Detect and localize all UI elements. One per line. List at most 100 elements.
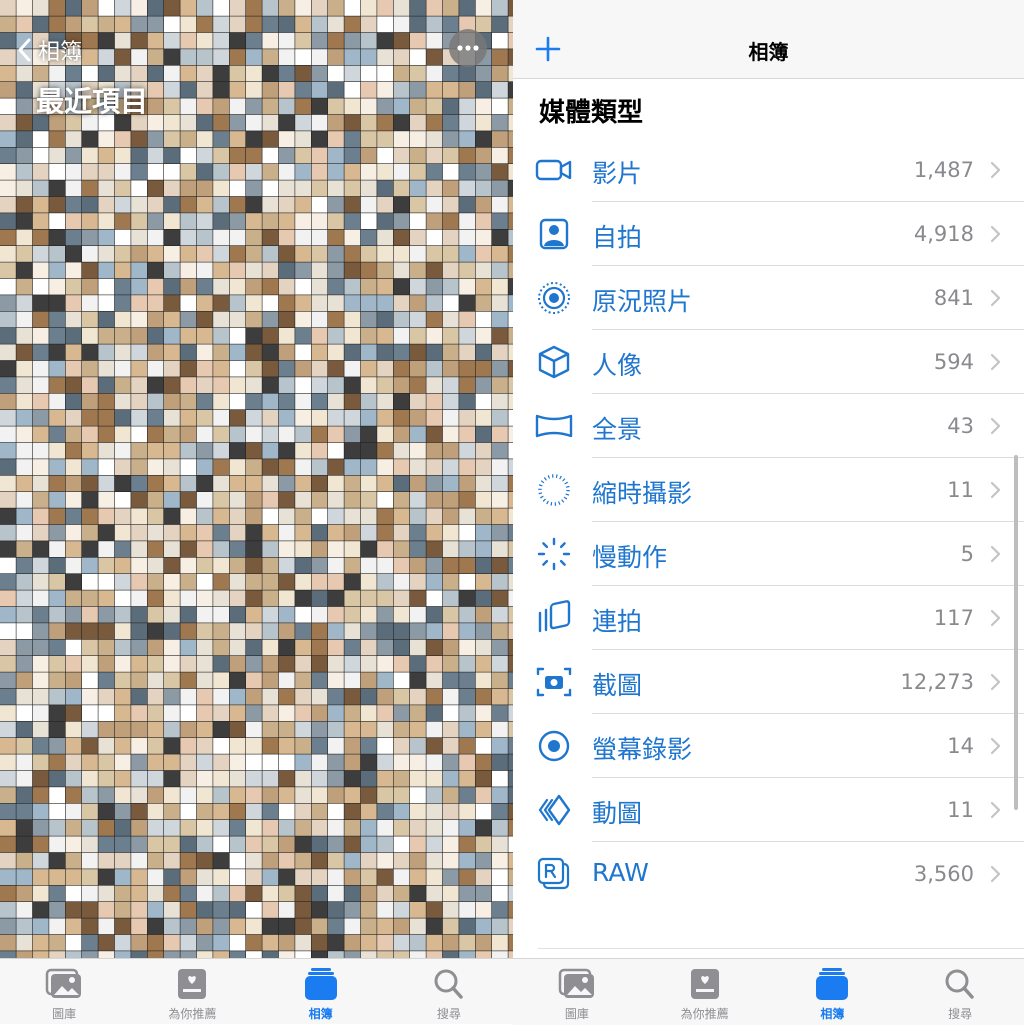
item-label: 人像 (592, 351, 643, 380)
tab-label: 相簿 (308, 1007, 333, 1021)
chevron-right-icon (990, 289, 1001, 307)
item-count: 3,560 (913, 862, 974, 886)
nav-title: 相簿 (748, 40, 789, 64)
back-button[interactable]: 相簿 (12, 34, 82, 66)
item-count: 14 (947, 734, 974, 758)
for-you-icon (690, 969, 719, 999)
video-icon (535, 159, 572, 181)
chevron-right-icon (990, 737, 1001, 755)
ellipsis-icon (457, 45, 479, 51)
item-count: 11 (947, 798, 974, 822)
chevron-right-icon (990, 545, 1001, 563)
chevron-right-icon (990, 865, 1001, 883)
screen-recording-icon (538, 730, 570, 762)
item-label: 原況照片 (592, 287, 693, 316)
list-item-live-photos[interactable]: 原況照片 841 (513, 266, 1024, 330)
item-label: 全景 (592, 415, 643, 444)
nav-bar: 相簿 (513, 0, 1024, 79)
back-label: 相簿 (38, 40, 83, 65)
list-item-animated[interactable]: 動圖 11 (513, 778, 1024, 842)
item-label: 影片 (592, 159, 643, 188)
item-label: 螢幕錄影 (592, 735, 693, 764)
item-label: 動圖 (592, 799, 643, 828)
live-photo-icon (538, 282, 570, 314)
list-item-timelapse[interactable]: 縮時攝影 11 (513, 458, 1024, 522)
screenshot-icon (536, 667, 572, 697)
for-you-icon (178, 969, 207, 999)
animated-icon (538, 794, 571, 826)
chevron-right-icon (990, 481, 1001, 499)
item-label: 截圖 (592, 671, 643, 700)
timelapse-icon (538, 474, 570, 506)
scroll-indicator[interactable] (1014, 455, 1018, 810)
tab-bar-left: 圖庫 為你推薦 相簿 搜尋 (0, 958, 513, 1024)
item-count: 12,273 (900, 670, 974, 694)
list-item-selfies[interactable]: 自拍 4,918 (513, 202, 1024, 266)
item-label: 連拍 (592, 607, 643, 636)
chevron-right-icon (990, 801, 1001, 819)
tab-label: 搜尋 (948, 1007, 973, 1021)
albums-icon (816, 968, 849, 1000)
item-label: 自拍 (592, 223, 643, 252)
item-count: 5 (960, 542, 974, 566)
item-count: 4,918 (913, 222, 974, 246)
item-count: 841 (933, 286, 974, 310)
tab-label: 搜尋 (436, 1007, 461, 1021)
list-item-panoramas[interactable]: 全景 43 (513, 394, 1024, 458)
list-item-videos[interactable]: 影片 1,487 (513, 138, 1024, 202)
tab-search[interactable]: 搜尋 (385, 959, 513, 1024)
slow-motion-icon (537, 537, 571, 571)
chevron-right-icon (990, 609, 1001, 627)
photo-grid[interactable] (0, 0, 513, 958)
tab-library[interactable]: 圖庫 (0, 959, 128, 1024)
tab-for-you[interactable]: 為你推薦 (641, 959, 769, 1025)
list-item-screen-recordings[interactable]: 螢幕錄影 14 (513, 714, 1024, 778)
selfie-icon (539, 218, 569, 250)
albums-screen: 相簿 媒體類型 影片 1,487 自拍 4,918 原況照片 841 人像 59… (513, 0, 1024, 1025)
item-count: 11 (947, 478, 974, 502)
item-label: 慢動作 (592, 543, 668, 572)
tab-label: 為你推薦 (680, 1007, 729, 1021)
item-label: RAW (592, 858, 649, 887)
item-count: 43 (947, 414, 974, 438)
photo-library-icon (45, 968, 82, 998)
list-item-screenshots[interactable]: 截圖 12,273 (513, 650, 1024, 714)
section-title: 媒體類型 (539, 98, 644, 128)
tab-bar-right: 圖庫 為你推薦 相簿 搜尋 (513, 958, 1024, 1025)
burst-icon (538, 600, 571, 633)
item-count: 117 (933, 606, 974, 630)
tab-library[interactable]: 圖庫 (513, 959, 641, 1025)
item-label: 縮時攝影 (592, 479, 693, 508)
chevron-right-icon (990, 673, 1001, 691)
tab-albums[interactable]: 相簿 (257, 959, 385, 1024)
tab-albums[interactable]: 相簿 (769, 959, 897, 1025)
list-item-portrait[interactable]: 人像 594 (513, 330, 1024, 394)
divider (538, 948, 1024, 949)
tab-for-you[interactable]: 為你推薦 (128, 959, 256, 1024)
list-item-raw[interactable]: RAW 3,560 (513, 842, 1024, 906)
tab-label: 為你推薦 (168, 1007, 217, 1021)
list-item-bursts[interactable]: 連拍 117 (513, 586, 1024, 650)
item-count: 594 (933, 350, 974, 374)
tab-label: 相簿 (820, 1007, 845, 1021)
search-icon (434, 969, 463, 999)
panorama-icon (535, 414, 573, 438)
chevron-right-icon (990, 225, 1001, 243)
tab-search[interactable]: 搜尋 (896, 959, 1024, 1025)
portrait-cube-icon (538, 345, 570, 379)
chevron-left-icon (18, 38, 31, 62)
albums-icon (304, 968, 337, 1000)
chevron-right-icon (990, 161, 1001, 179)
search-icon (945, 969, 974, 999)
chevron-right-icon (990, 353, 1001, 371)
item-count: 1,487 (913, 158, 974, 182)
chevron-right-icon (990, 417, 1001, 435)
recents-screen: 相簿 最近項目 圖庫 為你推薦 相簿 搜尋 (0, 0, 513, 1024)
photo-library-icon (558, 968, 594, 998)
tab-label: 圖庫 (52, 1007, 77, 1021)
page-title: 最近項目 (36, 85, 149, 118)
list-item-slo-mo[interactable]: 慢動作 5 (513, 522, 1024, 586)
more-button[interactable] (449, 29, 487, 67)
raw-icon (537, 857, 570, 890)
tab-label: 圖庫 (564, 1007, 589, 1021)
